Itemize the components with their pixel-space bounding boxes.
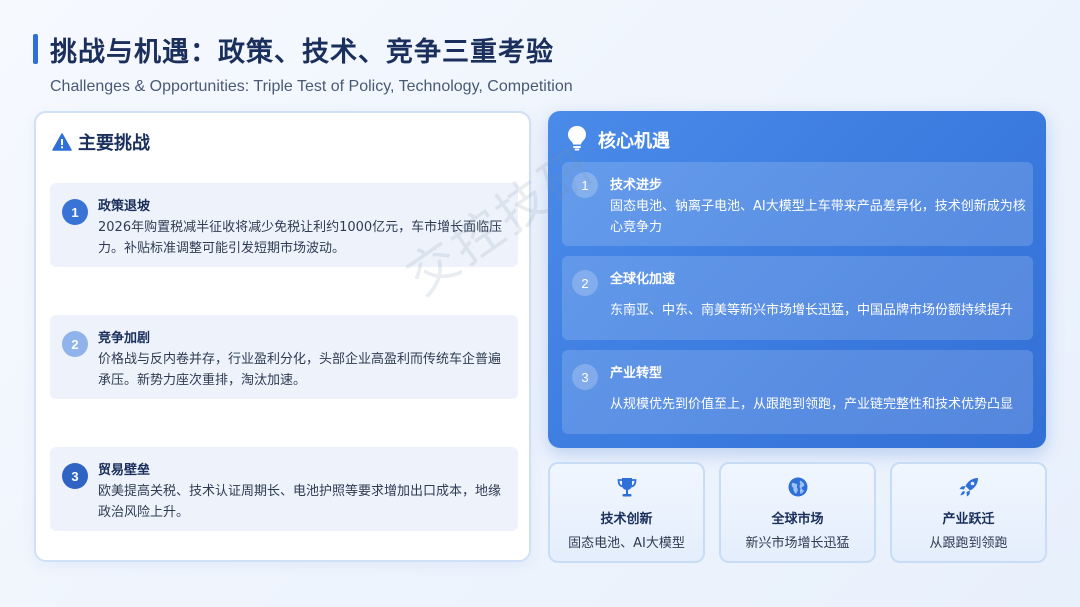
challenge-item: 2 竞争加剧 价格战与反内卷并存，行业盈利分化，头部企业高盈利而传统车企普遍承压… — [50, 315, 518, 399]
opportunity-number: 1 — [572, 172, 598, 198]
challenge-number: 3 — [62, 463, 88, 489]
opportunity-item: 2 全球化加速 东南亚、中东、南美等新兴市场增长迅猛，中国品牌市场份额持续提升 — [562, 256, 1033, 340]
challenge-title: 竞争加剧 — [98, 331, 151, 346]
challenge-title: 政策退坡 — [98, 199, 151, 214]
challenge-number: 1 — [62, 199, 88, 225]
card-industry-leap: 产业跃迁 从跟跑到领跑 — [890, 462, 1047, 563]
opportunity-description: 从规模优先到价值至上，从跟跑到领跑，产业链完整性和技术优势凸显 — [610, 397, 1014, 412]
globe-icon — [721, 476, 874, 498]
opportunities-header: 核心机遇 — [566, 125, 670, 155]
opportunity-title: 产业转型 — [610, 366, 663, 381]
card-title: 全球市场 — [771, 512, 824, 527]
opportunity-number: 3 — [572, 364, 598, 390]
title-accent-bar — [33, 34, 38, 64]
challenge-description: 欧美提高关税、技术认证周期长、电池护照等要求增加出口成本，地缘政治风险上升。 — [98, 484, 502, 520]
lightbulb-icon — [566, 125, 588, 155]
challenge-number: 2 — [62, 331, 88, 357]
challenge-item: 1 政策退坡 2026年购置税减半征收将减少免税让利约1000亿元，车市增长面临… — [50, 183, 518, 267]
card-subtitle: 从跟跑到领跑 — [929, 536, 1008, 551]
card-title: 产业跃迁 — [942, 512, 995, 527]
opportunity-item: 1 技术进步 固态电池、钠离子电池、AI大模型上车带来产品差异化，技术创新成为核… — [562, 162, 1033, 246]
rocket-icon — [892, 476, 1045, 498]
opportunity-item: 3 产业转型 从规模优先到价值至上，从跟跑到领跑，产业链完整性和技术优势凸显 — [562, 350, 1033, 434]
opportunity-number: 2 — [572, 270, 598, 296]
opportunity-title: 技术进步 — [610, 178, 663, 193]
card-subtitle: 新兴市场增长迅猛 — [745, 536, 850, 551]
opportunities-title: 核心机遇 — [598, 131, 670, 152]
challenge-description: 2026年购置税减半征收将减少免税让利约1000亿元，车市增长面临压力。补贴标准… — [98, 220, 503, 256]
page-title: 挑战与机遇：政策、技术、竞争三重考验 — [50, 37, 554, 68]
challenge-item: 3 贸易壁垒 欧美提高关税、技术认证周期长、电池护照等要求增加出口成本，地缘政治… — [50, 447, 518, 531]
challenge-title: 贸易壁垒 — [98, 463, 151, 478]
opportunity-title: 全球化加速 — [610, 272, 676, 287]
challenges-panel: 主要挑战 1 政策退坡 2026年购置税减半征收将减少免税让利约1000亿元，车… — [34, 111, 531, 562]
challenge-description: 价格战与反内卷并存，行业盈利分化，头部企业高盈利而传统车企普遍承压。新势力座次重… — [98, 352, 502, 388]
challenges-header: 主要挑战 — [52, 129, 150, 155]
card-subtitle: 固态电池、AI大模型 — [568, 536, 685, 551]
card-tech-innovation: 技术创新 固态电池、AI大模型 — [548, 462, 705, 563]
card-title: 技术创新 — [600, 512, 653, 527]
challenges-title: 主要挑战 — [78, 133, 150, 154]
opportunity-description: 东南亚、中东、南美等新兴市场增长迅猛，中国品牌市场份额持续提升 — [610, 303, 1014, 318]
opportunities-panel: 核心机遇 1 技术进步 固态电池、钠离子电池、AI大模型上车带来产品差异化，技术… — [548, 111, 1046, 448]
trophy-icon — [550, 476, 703, 498]
warning-icon — [52, 133, 72, 151]
page-subtitle: Challenges & Opportunities: Triple Test … — [50, 78, 573, 95]
opportunity-description: 固态电池、钠离子电池、AI大模型上车带来产品差异化，技术创新成为核心竞争力 — [610, 199, 1026, 235]
card-global-market: 全球市场 新兴市场增长迅猛 — [719, 462, 876, 563]
